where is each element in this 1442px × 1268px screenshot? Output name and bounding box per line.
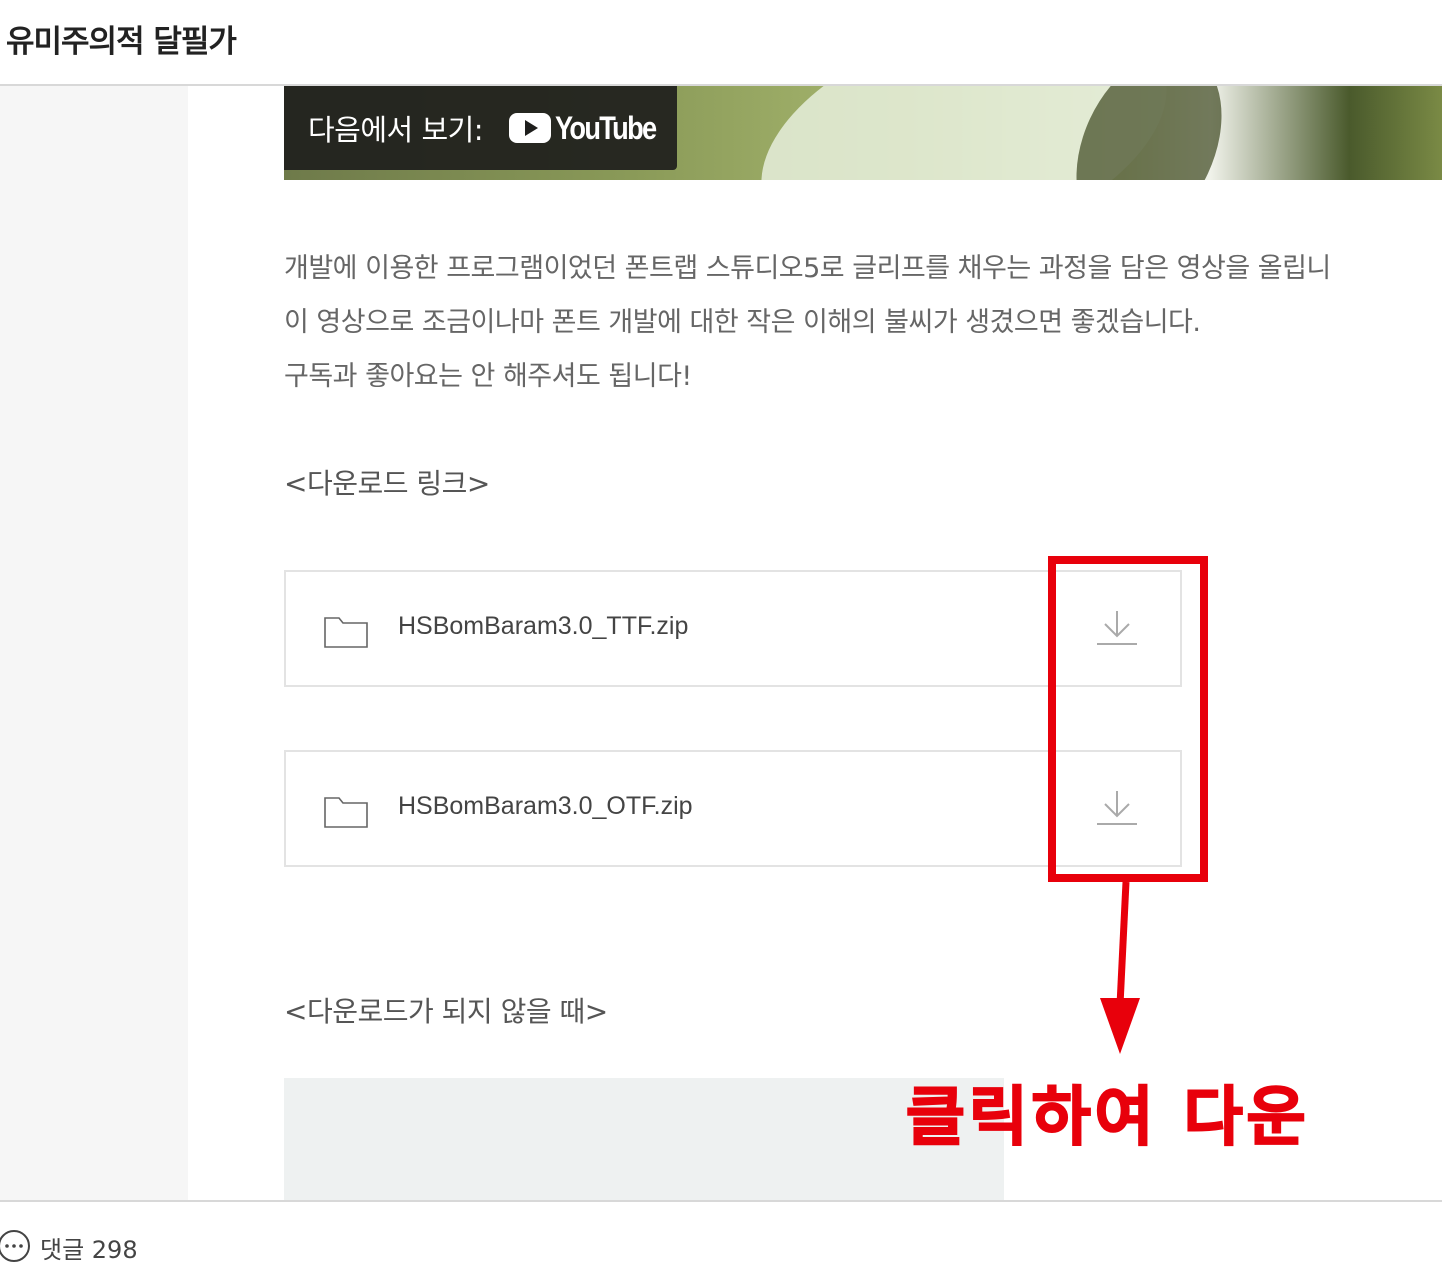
comment-count-link[interactable]: 댓글 298 — [40, 1230, 138, 1265]
youtube-play-icon — [509, 113, 552, 143]
blog-header: 유미주의적 달필가 — [0, 0, 1442, 86]
youtube-logo: YouTube — [509, 110, 673, 147]
file-name[interactable]: HSBomBaram3.0_OTF.zip — [398, 792, 693, 821]
body-paragraph: 구독과 좋아요는 안 해주셔도 됩니다! — [284, 361, 692, 392]
body-paragraph: 이 영상으로 조금이나마 폰트 개발에 대한 작은 이해의 불씨가 생겼으면 좋… — [284, 307, 1201, 338]
watch-on-label: 다음에서 보기: — [308, 113, 484, 147]
youtube-wordmark: YouTube — [555, 109, 657, 146]
comment-bubble-icon[interactable] — [0, 1228, 32, 1268]
folder-icon — [324, 794, 368, 832]
watch-on-youtube-button[interactable]: 다음에서 보기: YouTube — [284, 86, 677, 170]
post-footer-bar: 댓글 298 — [0, 1200, 1442, 1264]
download-failed-heading: <다운로드가 되지 않을 때> — [284, 995, 608, 1028]
annotation-arrow-icon — [1100, 881, 1140, 1054]
file-name[interactable]: HSBomBaram3.0_TTF.zip — [398, 612, 688, 641]
body-paragraph: 개발에 이용한 프로그램이었던 폰트랩 스튜디오5로 글리프를 채우는 과정을 … — [284, 253, 1331, 284]
info-box — [284, 1078, 1004, 1200]
folder-icon — [324, 614, 368, 652]
site-title[interactable]: 유미주의적 달필가 — [6, 16, 237, 61]
annotation-callout-text: 클릭하여 다운 — [905, 1080, 1310, 1156]
download-links-heading: <다운로드 링크> — [284, 467, 490, 500]
annotation-highlight-box — [1048, 556, 1208, 882]
left-sidebar — [0, 86, 188, 1200]
